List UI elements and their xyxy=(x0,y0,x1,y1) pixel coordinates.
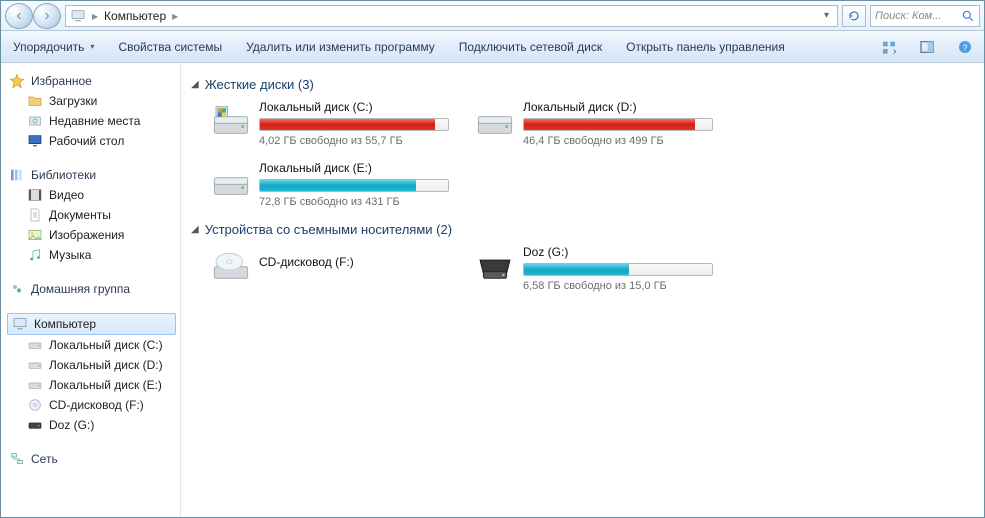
sidebar-item-drive-g[interactable]: Doz (G:) xyxy=(7,415,180,435)
navigation-pane: Избранное Загрузки Недавние места Рабочи… xyxy=(1,63,181,517)
drive-free-space: 46,4 ГБ свободно из 499 ГБ xyxy=(523,135,725,147)
help-button[interactable]: ? xyxy=(954,36,976,58)
preview-pane-button[interactable] xyxy=(916,36,938,58)
map-network-drive-button[interactable]: Подключить сетевой диск xyxy=(455,36,606,58)
hdd-icon xyxy=(211,100,251,140)
drive-name: Локальный диск (E:) xyxy=(259,161,461,175)
drive-name: Локальный диск (C:) xyxy=(259,100,461,114)
sidebar-item-pictures[interactable]: Изображения xyxy=(7,225,180,245)
cd-drive-icon xyxy=(211,245,251,285)
explorer-window: ▸ Компьютер ▸ ▾ Поиск: Ком... Упорядочит… xyxy=(0,0,985,518)
drive-item-d[interactable]: Локальный диск (D:) 46,4 ГБ свободно из … xyxy=(475,100,725,147)
sidebar-item-drive-d[interactable]: Локальный диск (D:) xyxy=(7,355,180,375)
toolbar: Упорядочить Свойства системы Удалить или… xyxy=(1,31,984,63)
video-icon xyxy=(27,187,43,203)
search-placeholder: Поиск: Ком... xyxy=(875,10,961,22)
nav-back-button[interactable] xyxy=(5,3,33,29)
sidebar-item-video[interactable]: Видео xyxy=(7,185,180,205)
address-row: ▸ Компьютер ▸ ▾ Поиск: Ком... xyxy=(1,1,984,31)
computer-icon xyxy=(12,316,28,332)
folder-icon xyxy=(27,93,43,109)
sidebar-computer-header[interactable]: Компьютер xyxy=(7,313,176,335)
breadcrumb-sep-icon: ▸ xyxy=(170,9,180,23)
music-icon xyxy=(27,247,43,263)
search-input[interactable]: Поиск: Ком... xyxy=(870,5,980,27)
address-dropdown-icon[interactable]: ▾ xyxy=(820,10,833,21)
sidebar-homegroup-header[interactable]: Домашняя группа xyxy=(7,279,180,299)
system-properties-button[interactable]: Свойства системы xyxy=(114,36,226,58)
sidebar-item-downloads[interactable]: Загрузки xyxy=(7,91,180,111)
sidebar-libraries-header[interactable]: Библиотеки xyxy=(7,165,180,185)
drive-icon xyxy=(27,377,43,393)
drive-name: Doz (G:) xyxy=(523,245,725,259)
hdd-icon xyxy=(475,100,515,140)
recent-icon xyxy=(27,113,43,129)
homegroup-icon xyxy=(9,281,25,297)
breadcrumb-root[interactable]: Компьютер xyxy=(104,9,166,23)
removable-drive-icon xyxy=(475,245,515,285)
drive-item-f[interactable]: CD-дисковод (F:) xyxy=(211,245,461,292)
library-icon xyxy=(9,167,25,183)
drive-icon xyxy=(27,357,43,373)
usage-bar xyxy=(523,118,713,131)
open-control-panel-button[interactable]: Открыть панель управления xyxy=(622,36,789,58)
drive-free-space: 4,02 ГБ свободно из 55,7 ГБ xyxy=(259,135,461,147)
sidebar-favorites-header[interactable]: Избранное xyxy=(7,71,180,91)
usage-bar xyxy=(259,118,449,131)
content-pane: ◢ Жесткие диски (3) Локальный диск (C:) … xyxy=(181,63,984,517)
sidebar-item-drive-f[interactable]: CD-дисковод (F:) xyxy=(7,395,180,415)
drive-item-g[interactable]: Doz (G:) 6,58 ГБ свободно из 15,0 ГБ xyxy=(475,245,725,292)
drive-free-space: 72,8 ГБ свободно из 431 ГБ xyxy=(259,196,461,208)
refresh-button[interactable] xyxy=(842,5,866,27)
uninstall-program-button[interactable]: Удалить или изменить программу xyxy=(242,36,439,58)
sidebar-item-desktop[interactable]: Рабочий стол xyxy=(7,131,180,151)
usage-bar xyxy=(259,179,449,192)
drive-free-space: 6,58 ГБ свободно из 15,0 ГБ xyxy=(523,280,725,292)
collapse-icon: ◢ xyxy=(191,224,199,235)
sidebar-item-drive-e[interactable]: Локальный диск (E:) xyxy=(7,375,180,395)
drive-name: CD-дисковод (F:) xyxy=(259,255,461,269)
document-icon xyxy=(27,207,43,223)
collapse-icon: ◢ xyxy=(191,79,199,90)
computer-icon xyxy=(70,8,86,24)
view-options-button[interactable] xyxy=(878,36,900,58)
desktop-icon xyxy=(27,133,43,149)
drive-icon xyxy=(27,417,43,433)
drive-name: Локальный диск (D:) xyxy=(523,100,725,114)
group-header-removable[interactable]: ◢ Устройства со съемными носителями (2) xyxy=(191,222,974,237)
usage-bar xyxy=(523,263,713,276)
network-icon xyxy=(9,451,25,467)
star-icon xyxy=(9,73,25,89)
cd-icon xyxy=(27,397,43,413)
svg-text:?: ? xyxy=(963,42,968,52)
nav-forward-button[interactable] xyxy=(33,3,61,29)
organize-menu[interactable]: Упорядочить xyxy=(9,36,98,58)
drive-item-c[interactable]: Локальный диск (C:) 4,02 ГБ свободно из … xyxy=(211,100,461,147)
search-icon xyxy=(961,9,975,23)
sidebar-item-drive-c[interactable]: Локальный диск (C:) xyxy=(7,335,180,355)
picture-icon xyxy=(27,227,43,243)
group-header-hdd[interactable]: ◢ Жесткие диски (3) xyxy=(191,77,974,92)
sidebar-item-recent[interactable]: Недавние места xyxy=(7,111,180,131)
sidebar-network-header[interactable]: Сеть xyxy=(7,449,180,469)
address-bar[interactable]: ▸ Компьютер ▸ ▾ xyxy=(65,5,838,27)
drive-item-e[interactable]: Локальный диск (E:) 72,8 ГБ свободно из … xyxy=(211,161,461,208)
hdd-icon xyxy=(211,161,251,201)
sidebar-item-music[interactable]: Музыка xyxy=(7,245,180,265)
drive-icon xyxy=(27,337,43,353)
breadcrumb-sep-icon: ▸ xyxy=(90,9,100,23)
sidebar-item-documents[interactable]: Документы xyxy=(7,205,180,225)
